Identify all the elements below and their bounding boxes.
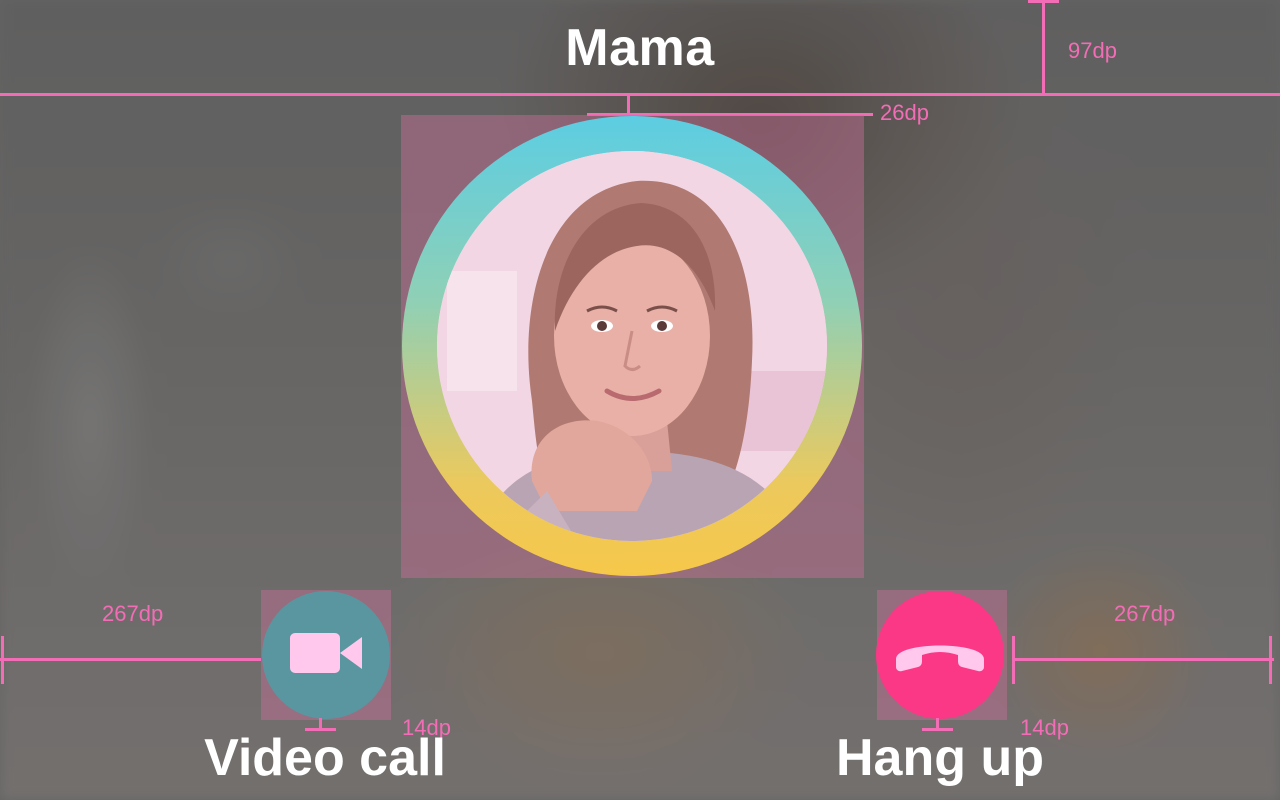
top-guide-line	[0, 93, 1280, 96]
right-margin-label: 267dp	[1114, 601, 1176, 626]
left-guide-cap	[1, 636, 4, 684]
top-margin-cap	[1028, 0, 1059, 3]
video-camera-icon	[290, 631, 362, 680]
video-call-button[interactable]	[262, 591, 390, 719]
phone-hangup-icon	[892, 633, 988, 678]
right-guide-cap-left	[1012, 636, 1015, 684]
right-guide-cap-right	[1269, 636, 1272, 684]
hang-up-label[interactable]: Hang up	[800, 728, 1080, 788]
video-call-label[interactable]: Video call	[180, 728, 470, 788]
avatar-gap-marker	[627, 95, 630, 115]
left-guide-line	[0, 658, 261, 661]
avatar-gap-label: 26dp	[880, 100, 929, 125]
avatar	[437, 151, 827, 541]
right-guide-line	[1012, 658, 1274, 661]
hang-up-button[interactable]	[876, 591, 1004, 719]
contact-name: Mama	[565, 19, 715, 77]
left-margin-label: 267dp	[102, 601, 164, 626]
